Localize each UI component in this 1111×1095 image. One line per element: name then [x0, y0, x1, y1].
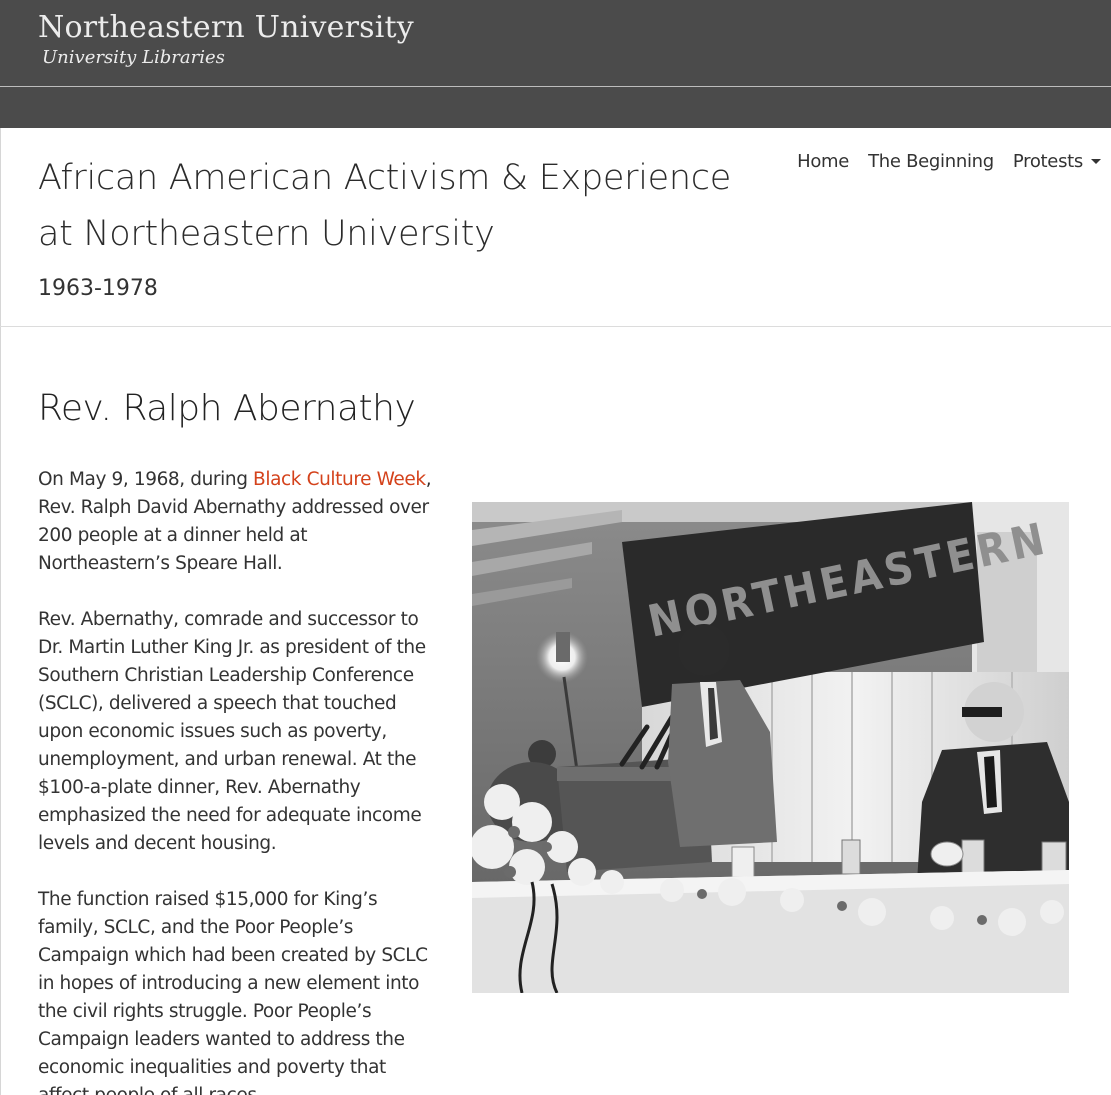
site-header-bar: Northeastern University University Libra… — [0, 0, 1111, 128]
site-title[interactable]: African American Activism & Experience a… — [38, 150, 758, 262]
nav-home[interactable]: Home — [797, 148, 849, 176]
site-title-line-1: African American Activism & Experience — [38, 158, 731, 198]
paragraph-2: Rev. Abernathy, comrade and successor to… — [38, 609, 426, 854]
header-divider — [0, 326, 1111, 327]
university-name[interactable]: Northeastern University — [38, 10, 414, 45]
page-left-border — [0, 128, 1, 1095]
black-culture-week-link[interactable]: Black Culture Week — [253, 469, 426, 490]
abernathy-speech-photo: NORTHEASTERN — [472, 502, 1069, 993]
paragraph-1: On May 9, 1968, during Black Culture Wee… — [38, 466, 438, 578]
nav-the-beginning[interactable]: The Beginning — [868, 148, 994, 176]
nav-protests-label: Protests — [1012, 151, 1083, 172]
paragraph-3: The function raised $15,000 for King’s f… — [38, 889, 428, 1095]
site-title-line-2: at Northeastern University — [38, 214, 495, 254]
article-body: On May 9, 1968, during Black Culture Wee… — [38, 466, 438, 1095]
header-rule — [0, 86, 1111, 87]
site-years: 1963-1978 — [38, 276, 158, 301]
page-title: Rev. Ralph Abernathy — [38, 388, 416, 429]
paragraph-1-start: On May 9, 1968, during — [38, 469, 254, 490]
main-nav: Home The Beginning Protests — [797, 148, 1101, 176]
library-name[interactable]: University Libraries — [42, 47, 225, 68]
caret-down-icon — [1091, 158, 1101, 164]
nav-protests-dropdown[interactable]: Protests — [1013, 148, 1101, 176]
